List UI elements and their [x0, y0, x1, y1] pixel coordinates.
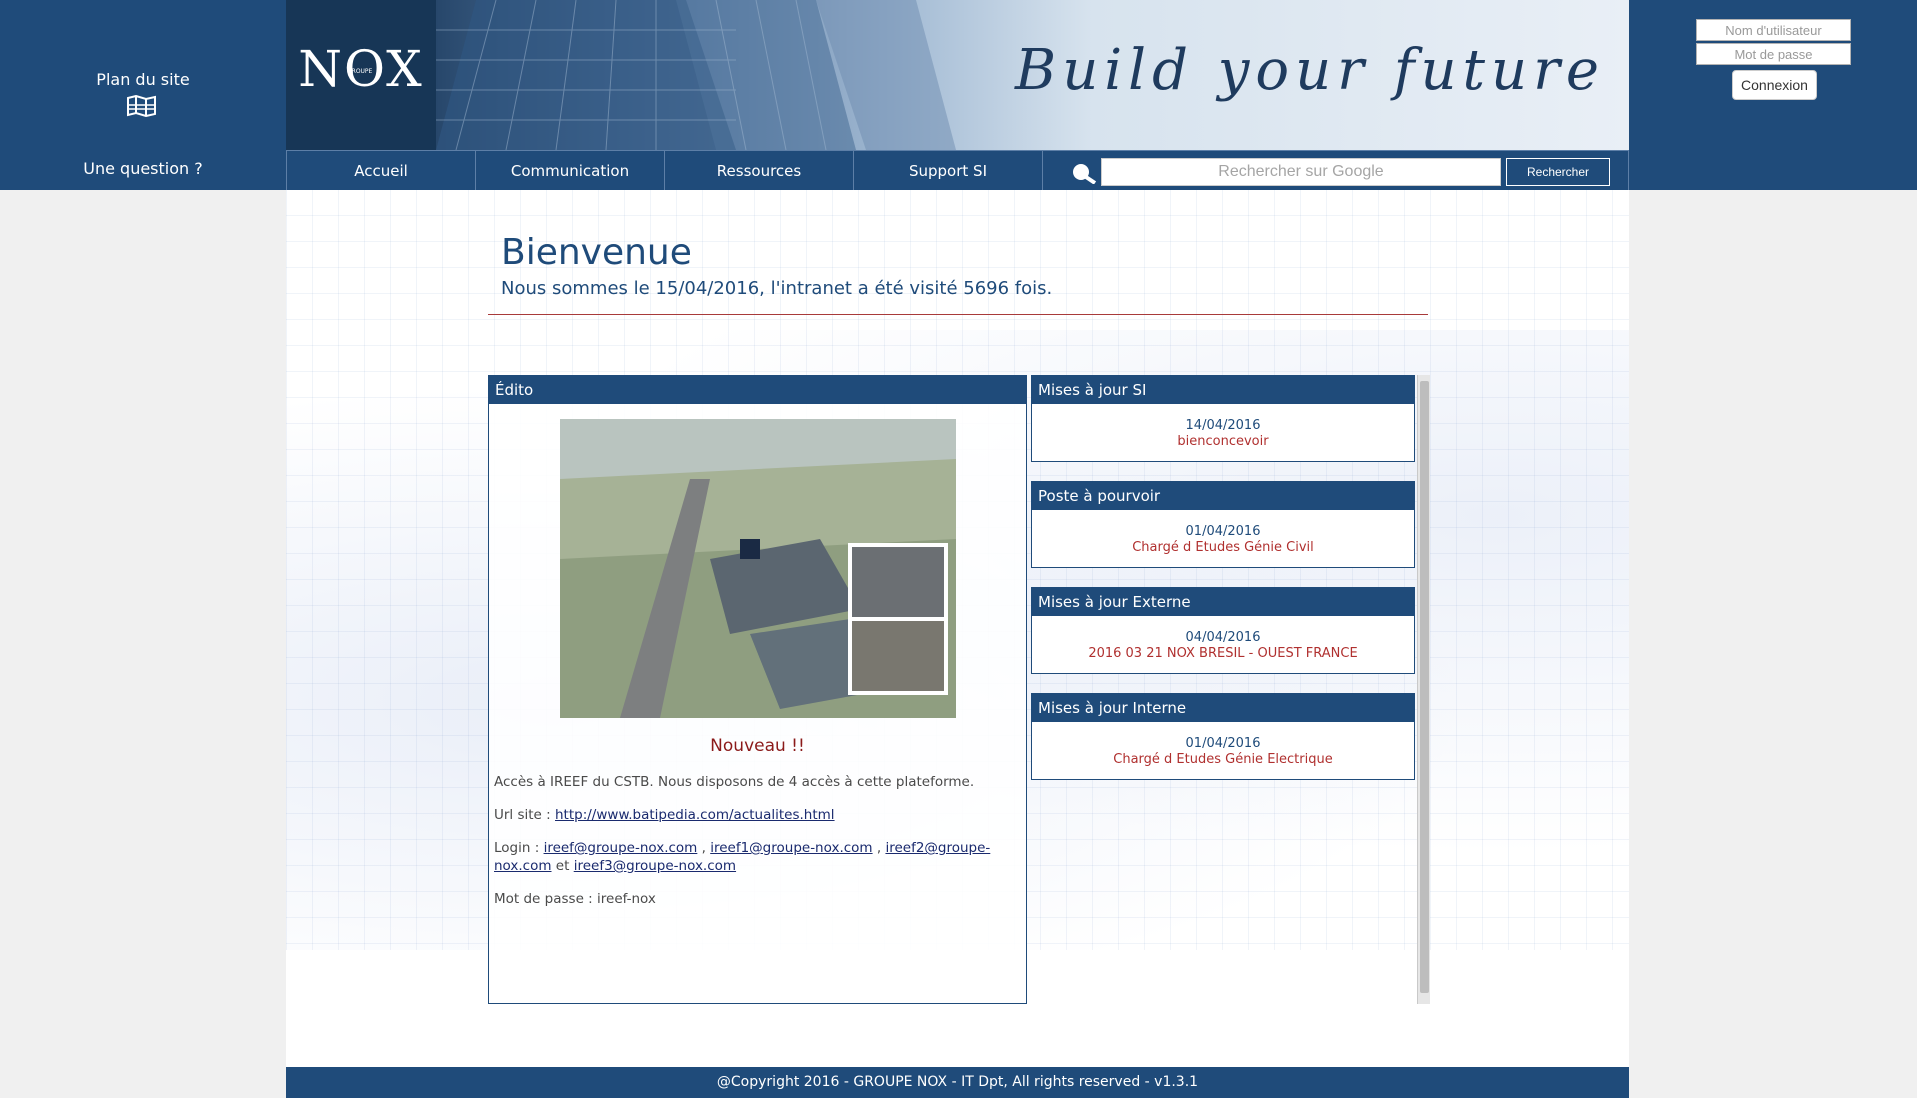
news-date: 14/04/2016 — [1185, 418, 1261, 433]
edito-headline: Nouveau !! — [710, 736, 805, 756]
news-card: Mises à jour SI 14/04/2016 bienconcevoir — [1031, 375, 1415, 462]
edito-login-line: Login : ireef@groupe-nox.com , ireef1@gr… — [494, 839, 1022, 875]
news-date: 01/04/2016 — [1185, 736, 1261, 751]
edito-panel: Édito Nouveau !! Accès à IREEF du CSTB. … — [488, 375, 1027, 1004]
news-scrollbar[interactable] — [1417, 375, 1430, 1004]
news-link[interactable]: 2016 03 21 NOX BRESIL - OUEST FRANCE — [1032, 646, 1414, 662]
edito-header: Édito — [489, 376, 1026, 404]
news-date: 01/04/2016 — [1185, 524, 1261, 539]
login-email-link[interactable]: ireef1@groupe-nox.com — [710, 840, 872, 856]
login-label: Login : — [494, 840, 544, 856]
login-separator: et — [551, 858, 574, 874]
username-input[interactable] — [1696, 19, 1851, 41]
sitemap-link[interactable]: Plan du site — [0, 70, 286, 89]
news-link[interactable]: bienconcevoir — [1032, 434, 1414, 450]
search-bar: Rechercher — [1042, 150, 1629, 190]
news-date: 04/04/2016 — [1185, 630, 1261, 645]
news-link[interactable]: Chargé d Etudes Génie Civil — [1032, 540, 1414, 556]
news-header: Mises à jour Externe — [1032, 588, 1414, 616]
nav-item-communication[interactable]: Communication — [475, 150, 664, 190]
news-header: Mises à jour SI — [1032, 376, 1414, 404]
news-link[interactable]: Chargé d Etudes Génie Electrique — [1032, 752, 1414, 768]
edito-intro: Accès à IREEF du CSTB. Nous disposons de… — [494, 774, 975, 790]
divider — [488, 314, 1428, 315]
footer: @Copyright 2016 - GROUPE NOX - IT Dpt, A… — [286, 1067, 1629, 1098]
password-input[interactable] — [1696, 43, 1851, 65]
nav-item-accueil[interactable]: Accueil — [286, 150, 475, 190]
page-title: Bienvenue — [501, 232, 692, 273]
news-card: Mises à jour Interne 01/04/2016 Chargé d… — [1031, 693, 1415, 780]
search-icon[interactable] — [1069, 162, 1097, 184]
login-email-link[interactable]: ireef@groupe-nox.com — [544, 840, 698, 856]
map-icon[interactable] — [127, 95, 156, 117]
news-header: Mises à jour Interne — [1032, 694, 1414, 722]
url-label: Url site : — [494, 807, 555, 823]
batipedia-link[interactable]: http://www.batipedia.com/actualites.html — [555, 807, 835, 823]
nav-item-ressources[interactable]: Ressources — [664, 150, 853, 190]
banner: Build your future — [436, 0, 1629, 150]
logo[interactable]: NOX GROUPE — [286, 0, 436, 150]
main-content: Bienvenue Nous sommes le 15/04/2016, l'i… — [286, 190, 1629, 1067]
search-button[interactable]: Rechercher — [1506, 158, 1610, 186]
edito-password-line: Mot de passe : ireef-nox — [494, 891, 656, 907]
login-button[interactable]: Connexion — [1732, 70, 1817, 100]
banner-tagline: Build your future — [1015, 38, 1605, 103]
news-header: Poste à pourvoir — [1032, 482, 1414, 510]
search-input[interactable] — [1101, 158, 1501, 186]
news-card: Mises à jour Externe 04/04/2016 2016 03 … — [1031, 587, 1415, 674]
news-card: Poste à pourvoir 01/04/2016 Chargé d Etu… — [1031, 481, 1415, 568]
logo-subtext: GROUPE — [347, 68, 373, 75]
page-subtitle: Nous sommes le 15/04/2016, l'intranet a … — [501, 278, 1053, 299]
edito-image[interactable] — [560, 419, 956, 718]
edito-url-line: Url site : http://www.batipedia.com/actu… — [494, 806, 1022, 824]
scrollbar-thumb[interactable] — [1420, 381, 1429, 993]
login-separator: , — [697, 840, 711, 856]
nav-item-support-si[interactable]: Support SI — [853, 150, 1042, 190]
login-separator: , — [872, 840, 886, 856]
news-column: Mises à jour SI 14/04/2016 bienconcevoir… — [1031, 375, 1430, 1004]
login-email-link[interactable]: ireef3@groupe-nox.com — [574, 858, 736, 874]
question-link[interactable]: Une question ? — [0, 159, 286, 178]
main-nav: Accueil Communication Ressources Support… — [286, 150, 1629, 190]
